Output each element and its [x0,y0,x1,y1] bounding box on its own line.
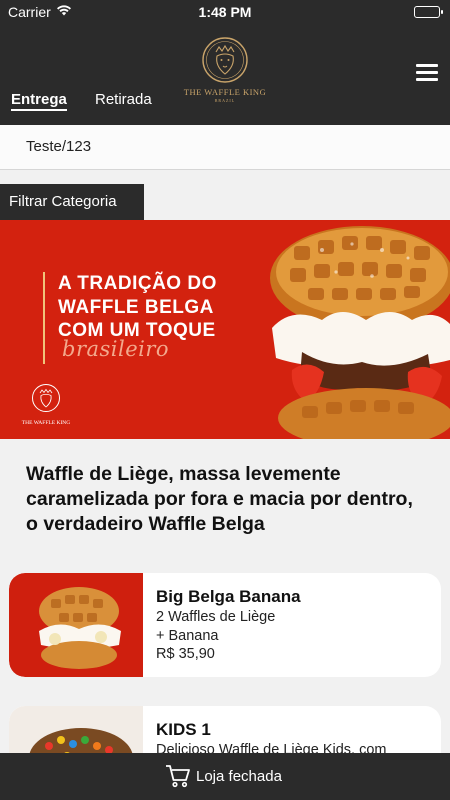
banner-accent-line [43,272,45,364]
store-status-label: Loja fechada [196,768,282,785]
clock: 1:48 PM [198,4,252,20]
product-card[interactable]: Big Belga Banana 2 Waffles de Liège + Ba… [9,573,441,677]
product-price: R$ 35,90 [156,646,215,662]
status-bar: Carrier 1:48 PM [0,0,450,24]
tab-retirada[interactable]: Retirada [95,91,152,108]
category-description: Waffle de Liège, massa levemente caramel… [26,463,413,535]
waffle-photo [270,226,450,439]
filter-category-button[interactable]: Filtrar Categoria [0,184,144,220]
delivery-address-bar[interactable]: Teste/123 [0,125,450,170]
hamburger-menu-icon[interactable] [416,64,438,81]
product-title: KIDS 1 [156,720,211,739]
product-description-line: + Banana [156,628,219,644]
banner-line-1: A TRADIÇÃO DO [58,273,217,294]
banner-line-2: WAFFLE BELGA [58,297,214,318]
logo-text: THE WAFFLE KING [183,87,267,97]
lion-crest-icon [32,384,60,412]
product-description: 2 Waffles de Liège + Banana [156,608,436,646]
app-header: Entrega Retirada THE WAFFLE KING BRAZIL [0,24,450,125]
banner-logo-text: THE WAFFLE KING [21,420,71,426]
tab-entrega[interactable]: Entrega [11,91,67,111]
product-title: Big Belga Banana [156,587,301,606]
product-image [9,573,143,677]
cart-bar[interactable]: Loja fechada [0,753,450,800]
battery-icon [414,6,443,18]
banner-logo: THE WAFFLE KING [18,383,74,426]
lion-crest-icon [202,37,248,83]
promo-banner: A TRADIÇÃO DO WAFFLE BELGA COM UM TOQUE … [0,220,450,439]
logo-subtext: BRAZIL [214,98,236,103]
product-description-line: 2 Waffles de Liège [156,609,276,625]
banner-line-4: brasileiro [62,337,170,361]
brand-logo: THE WAFFLE KING BRAZIL [178,36,272,124]
cart-icon [165,764,191,793]
address-value: Teste/123 [26,138,92,155]
